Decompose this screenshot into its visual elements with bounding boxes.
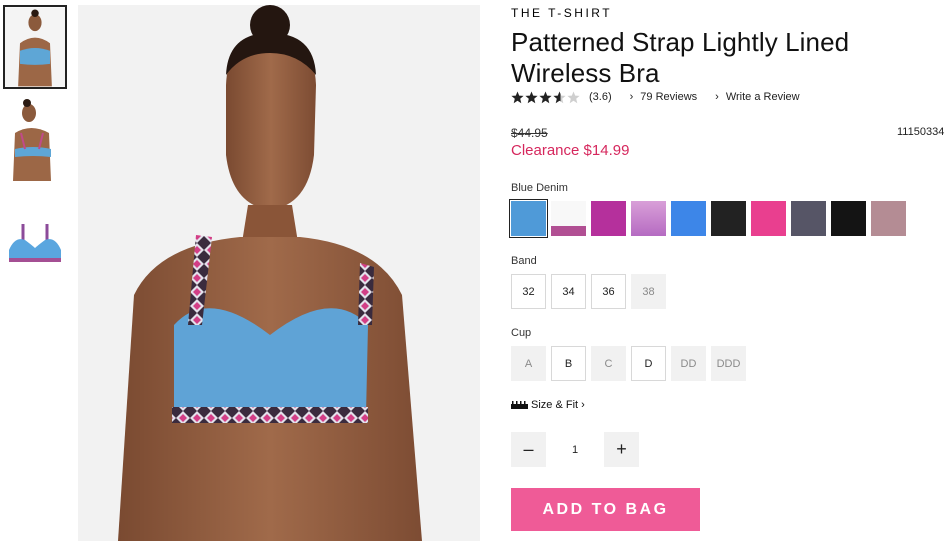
cup-option-a[interactable]: A	[511, 346, 546, 381]
reviews-link[interactable]: 79 Reviews	[640, 91, 697, 103]
quantity-stepper: – 1 +	[511, 432, 639, 467]
star-icon	[511, 91, 524, 103]
band-label: Band	[511, 255, 537, 267]
star-icon	[553, 91, 566, 103]
size-fit-label: Size & Fit	[531, 399, 579, 411]
color-swatch-logo-lilac[interactable]	[631, 201, 666, 236]
color-swatch-cornflower-blue[interactable]	[671, 201, 706, 236]
sale-price: Clearance $14.99	[511, 142, 630, 159]
color-swatches	[509, 199, 911, 238]
band-option-36[interactable]: 36	[591, 274, 626, 309]
star-icon	[567, 91, 580, 103]
thumbnail-back[interactable]	[3, 97, 67, 181]
color-swatch-black-2[interactable]	[831, 201, 866, 236]
thumbnail-front-image	[5, 7, 65, 87]
rating-value: (3.6)	[589, 91, 612, 103]
band-options: 32 34 36 38	[511, 274, 671, 309]
band-option-38[interactable]: 38	[631, 274, 666, 309]
cup-options: A B C D DD DDD	[511, 346, 751, 381]
product-title: Patterned Strap Lightly Lined Wireless B…	[511, 27, 850, 88]
size-fit-link[interactable]: Size & Fit ›	[511, 399, 585, 411]
add-to-bag-button[interactable]: ADD TO BAG	[511, 488, 700, 531]
color-swatch-mauve[interactable]	[871, 201, 906, 236]
star-icon	[525, 91, 538, 103]
selected-color-label: Blue Denim	[511, 182, 568, 194]
quantity-value[interactable]: 1	[546, 444, 604, 456]
band-option-32[interactable]: 32	[511, 274, 546, 309]
band-option-34[interactable]: 34	[551, 274, 586, 309]
color-swatch-white-pattern[interactable]	[551, 201, 586, 236]
cup-option-d[interactable]: D	[631, 346, 666, 381]
cup-option-dd[interactable]: DD	[671, 346, 706, 381]
color-swatch-blue-denim[interactable]	[509, 199, 548, 238]
thumbnail-flat[interactable]	[3, 210, 67, 274]
chevron-right-icon: ›	[581, 399, 585, 411]
cup-option-b[interactable]: B	[551, 346, 586, 381]
color-swatch-charcoal-purple[interactable]	[791, 201, 826, 236]
chevron-right-icon: ›	[629, 91, 634, 103]
ruler-icon	[511, 401, 528, 409]
chevron-right-icon: ›	[715, 91, 719, 103]
cup-label: Cup	[511, 327, 532, 339]
original-price: $44.95	[511, 126, 548, 140]
thumbnail-back-image	[3, 97, 67, 181]
product-main-image[interactable]	[78, 5, 480, 541]
star-rating	[511, 91, 580, 104]
color-swatch-black[interactable]	[711, 201, 746, 236]
rating-row: (3.6) › 79 Reviews › Write a Review	[511, 89, 800, 105]
thumbnail-front[interactable]	[3, 5, 67, 89]
color-swatch-hot-pink[interactable]	[751, 201, 786, 236]
star-icon	[539, 91, 552, 103]
quantity-increase-button[interactable]: +	[604, 432, 639, 467]
color-swatch-magenta[interactable]	[591, 201, 626, 236]
cup-option-c[interactable]: C	[591, 346, 626, 381]
model-illustration	[78, 5, 480, 541]
thumbnail-flat-image	[3, 210, 67, 274]
cup-option-ddd[interactable]: DDD	[711, 346, 746, 381]
write-review-link[interactable]: Write a Review	[726, 91, 800, 103]
quantity-decrease-button[interactable]: –	[511, 432, 546, 467]
collection-name: THE T-SHIRT	[511, 6, 613, 20]
product-sku: 11150334	[897, 126, 945, 138]
